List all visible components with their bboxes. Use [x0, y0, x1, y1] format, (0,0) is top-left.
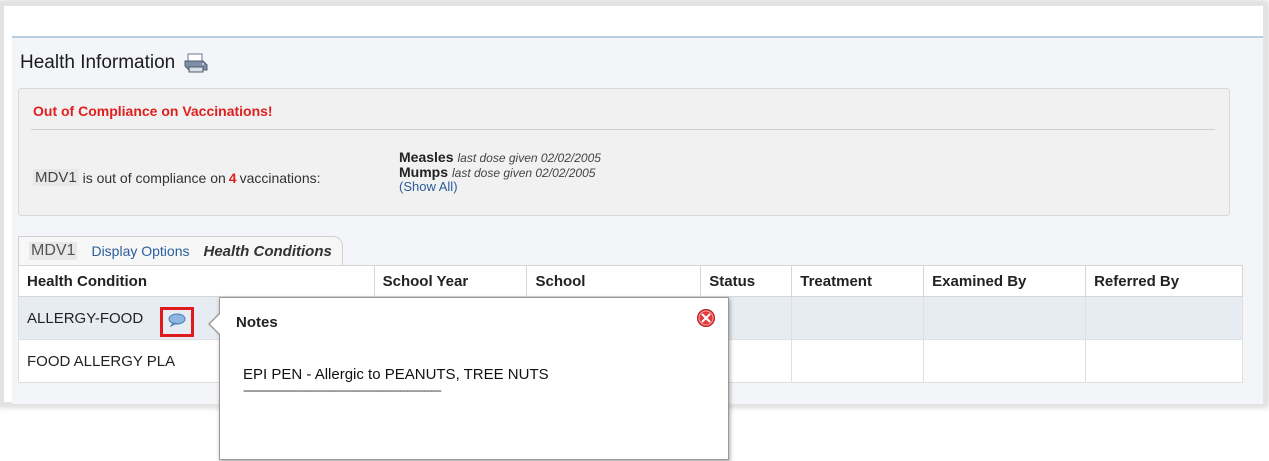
- divider: [31, 129, 1215, 130]
- display-options-link[interactable]: Display Options: [91, 243, 189, 259]
- vaccination-item: Measles last dose given 02/02/2005: [399, 150, 601, 165]
- vaccination-item: Mumps last dose given 02/02/2005: [399, 165, 601, 180]
- column-header[interactable]: School Year: [373, 265, 528, 297]
- page-title: Health Information: [20, 52, 176, 73]
- table-cell: [791, 296, 925, 340]
- summary-text: is out of compliance on: [82, 169, 226, 186]
- table-header: Health Condition School Year School Stat…: [18, 265, 1243, 297]
- tab-bar: MDV1 Display Options Health Conditions: [18, 236, 343, 265]
- vaccination-count: 4: [228, 169, 237, 186]
- notes-button[interactable]: [160, 307, 194, 337]
- summary-text-after: vaccinations:: [239, 169, 321, 186]
- table-cell: [1085, 339, 1243, 383]
- compliance-box: Out of Compliance on Vaccinations! MDV1 …: [18, 88, 1230, 216]
- top-bar: [4, 6, 1263, 36]
- vaccination-list: Measles last dose given 02/02/2005 Mumps l…: [399, 150, 601, 194]
- student-name: MDV1: [33, 169, 79, 186]
- printer-icon[interactable]: [183, 52, 209, 74]
- show-all-link[interactable]: (Show All): [399, 180, 601, 194]
- close-icon[interactable]: [696, 308, 716, 328]
- vaccination-name: Mumps: [399, 164, 448, 180]
- column-header[interactable]: Treatment: [791, 265, 925, 297]
- compliance-heading: Out of Compliance on Vaccinations!: [33, 103, 273, 119]
- vaccination-note: last dose given 02/02/2005: [452, 166, 596, 180]
- column-header[interactable]: Health Condition: [18, 265, 375, 297]
- popup-title: Notes: [236, 314, 278, 331]
- speech-bubble-icon: [168, 313, 186, 332]
- column-header[interactable]: School: [526, 265, 702, 297]
- table-cell: [923, 296, 1087, 340]
- tab-student: MDV1: [29, 242, 78, 260]
- tab-health-conditions[interactable]: Health Conditions: [204, 243, 332, 260]
- column-header[interactable]: Referred By: [1085, 265, 1243, 297]
- note-text: EPI PEN - Allergic to PEANUTS, TREE NUTS: [243, 366, 549, 383]
- vaccination-note: last dose given 02/02/2005: [457, 151, 601, 165]
- table-cell: [791, 339, 925, 383]
- compliance-summary: MDV1 is out of compliance on 4 vaccinati…: [33, 169, 321, 186]
- column-header[interactable]: Examined By: [923, 265, 1087, 297]
- vaccination-name: Measles: [399, 149, 454, 165]
- table-cell: [1085, 296, 1243, 340]
- notes-popup: Notes EPI PEN - Allergic to PEANUTS, TRE…: [208, 297, 729, 460]
- column-header[interactable]: Status: [700, 265, 793, 297]
- note-separator: ----------------------------------------…: [243, 383, 442, 397]
- table-cell: [923, 339, 1087, 383]
- page-header: Health Information: [20, 46, 209, 80]
